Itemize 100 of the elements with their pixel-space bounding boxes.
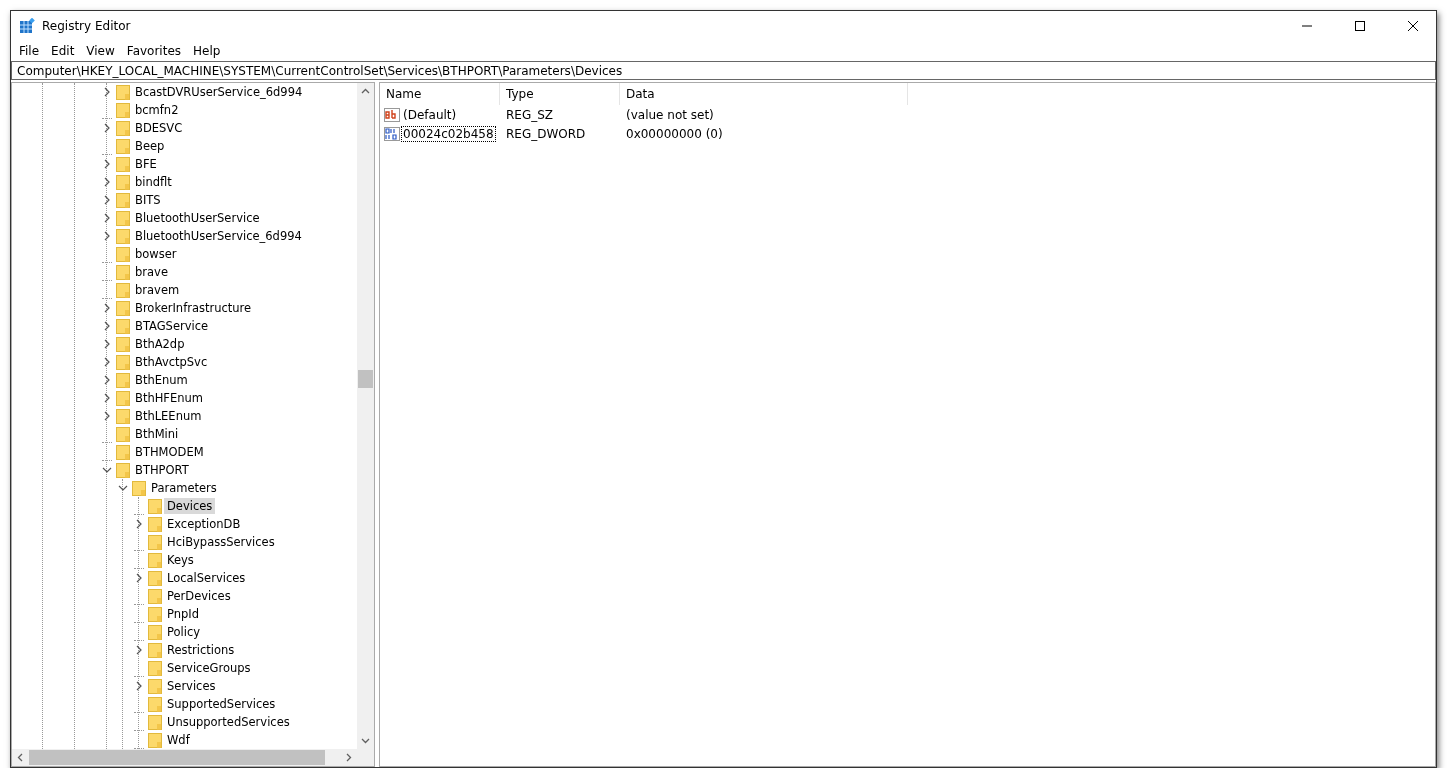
folder-icon (115, 138, 131, 154)
folder-icon (147, 732, 163, 748)
scroll-right-icon[interactable] (344, 753, 353, 762)
menu-item[interactable]: View (80, 44, 121, 58)
vertical-scrollbar[interactable] (357, 83, 374, 749)
value-data: (value not set) (625, 107, 715, 122)
tree-item[interactable]: HciBypassServices (164, 534, 278, 550)
tree-item[interactable]: PerDevices (164, 588, 234, 604)
menu-item[interactable]: File (13, 44, 46, 58)
folder-icon (147, 642, 163, 658)
folder-icon (147, 534, 163, 550)
tree-item[interactable]: Wdf (164, 732, 193, 748)
tree-item[interactable]: Devices (164, 498, 216, 514)
folder-icon (115, 318, 131, 334)
folder-icon (115, 282, 131, 298)
tree-item[interactable]: Policy (164, 624, 204, 640)
tree-item[interactable]: BthAvctpSvc (132, 354, 211, 370)
folder-icon (147, 588, 163, 604)
menu-item[interactable]: Help (187, 44, 227, 58)
chevron-right-icon[interactable] (102, 87, 112, 97)
folder-icon (115, 102, 131, 118)
scroll-down-icon[interactable] (361, 736, 370, 745)
chevron-right-icon[interactable] (134, 519, 144, 529)
folder-icon (115, 192, 131, 208)
tree-item[interactable]: BthLEEnum (132, 408, 205, 424)
chevron-right-icon[interactable] (134, 645, 144, 655)
folder-icon (147, 660, 163, 676)
folder-icon (115, 174, 131, 190)
menu-item[interactable]: Edit (45, 44, 81, 58)
menu-item[interactable]: Favorites (120, 44, 188, 58)
column-header[interactable]: Data (620, 83, 908, 105)
tree-item[interactable]: BthEnum (132, 372, 191, 388)
value-name[interactable]: 00024c02b458 (402, 126, 495, 141)
tree-item[interactable]: Parameters (148, 480, 220, 496)
tree-item[interactable]: BFE (132, 156, 160, 172)
scrollbar-thumb[interactable] (358, 370, 373, 388)
folder-icon (115, 210, 131, 226)
folder-icon (147, 552, 163, 568)
tree-item[interactable]: Keys (164, 552, 197, 568)
folder-icon (147, 714, 163, 730)
tree-item[interactable]: brave (132, 264, 171, 280)
folder-icon (147, 678, 163, 694)
folder-icon (131, 480, 147, 496)
folder-icon (147, 498, 163, 514)
folder-icon (115, 246, 131, 262)
folder-icon (115, 390, 131, 406)
value-type: REG_DWORD (505, 126, 587, 141)
tree-item[interactable]: BcastDVRUserService_6d994 (132, 84, 306, 100)
tree-item[interactable]: LocalServices (164, 570, 249, 586)
folder-icon (115, 300, 131, 316)
folder-icon (115, 372, 131, 388)
tree-item[interactable]: BthHFEnum (132, 390, 206, 406)
tree-item[interactable]: bravem (132, 282, 183, 298)
tree-item[interactable]: ServiceGroups (164, 660, 254, 676)
tree-item[interactable]: BluetoothUserService (132, 210, 263, 226)
chevron-right-icon[interactable] (134, 681, 144, 691)
tree-item[interactable]: BthA2dp (132, 336, 188, 352)
folder-icon (147, 606, 163, 622)
value-data: 0x00000000 (0) (625, 126, 724, 141)
tree-item[interactable]: PnpId (164, 606, 202, 622)
tree-item[interactable]: bowser (132, 246, 180, 262)
tree-item[interactable]: Restrictions (164, 642, 238, 658)
tree-item[interactable]: BTHPORT (132, 462, 192, 478)
chevron-right-icon[interactable] (134, 573, 144, 583)
scroll-up-icon[interactable] (361, 87, 370, 96)
folder-icon (115, 156, 131, 172)
address-bar[interactable]: Computer\HKEY_LOCAL_MACHINE\SYSTEM\CurrentControlSet\Services\BTHPORT\Parameters\Devices (11, 61, 1436, 80)
folder-icon (147, 696, 163, 712)
binary-value-icon (384, 126, 400, 141)
folder-icon (115, 84, 131, 100)
tree-item[interactable]: BrokerInfrastructure (132, 300, 255, 316)
folder-icon (115, 228, 131, 244)
window-title: Registry Editor (42, 19, 132, 33)
scrollbar-thumb[interactable] (29, 750, 325, 765)
folder-icon (115, 120, 131, 136)
tree-item[interactable]: BluetoothUserService_6d994 (132, 228, 305, 244)
tree-item[interactable]: BTHMODEM (132, 444, 207, 460)
folder-icon (115, 426, 131, 442)
maximize-icon (1354, 20, 1366, 32)
tree-item[interactable]: UnsupportedServices (164, 714, 293, 730)
value-name[interactable]: (Default) (402, 107, 458, 122)
tree-item[interactable]: BTAGService (132, 318, 212, 334)
tree-item[interactable]: BITS (132, 192, 164, 208)
tree-item[interactable]: Services (164, 678, 219, 694)
horizontal-scrollbar[interactable] (12, 749, 374, 766)
folder-icon (147, 516, 163, 532)
folder-icon (147, 570, 163, 586)
tree-item[interactable]: Beep (132, 138, 168, 154)
registry-editor-icon (19, 18, 35, 34)
tree-item[interactable]: BthMini (132, 426, 182, 442)
tree-item[interactable]: bindflt (132, 174, 175, 190)
tree-item[interactable]: BDESVC (132, 120, 186, 136)
column-header[interactable]: Name (380, 83, 500, 105)
scroll-left-icon[interactable] (16, 753, 25, 762)
folder-icon (115, 336, 131, 352)
tree-item[interactable]: bcmfn2 (132, 102, 182, 118)
tree-item[interactable]: ExceptionDB (164, 516, 244, 532)
tree-item[interactable]: SupportedServices (164, 696, 279, 712)
column-header[interactable]: Type (500, 83, 620, 105)
chevron-right-icon[interactable] (102, 123, 112, 133)
